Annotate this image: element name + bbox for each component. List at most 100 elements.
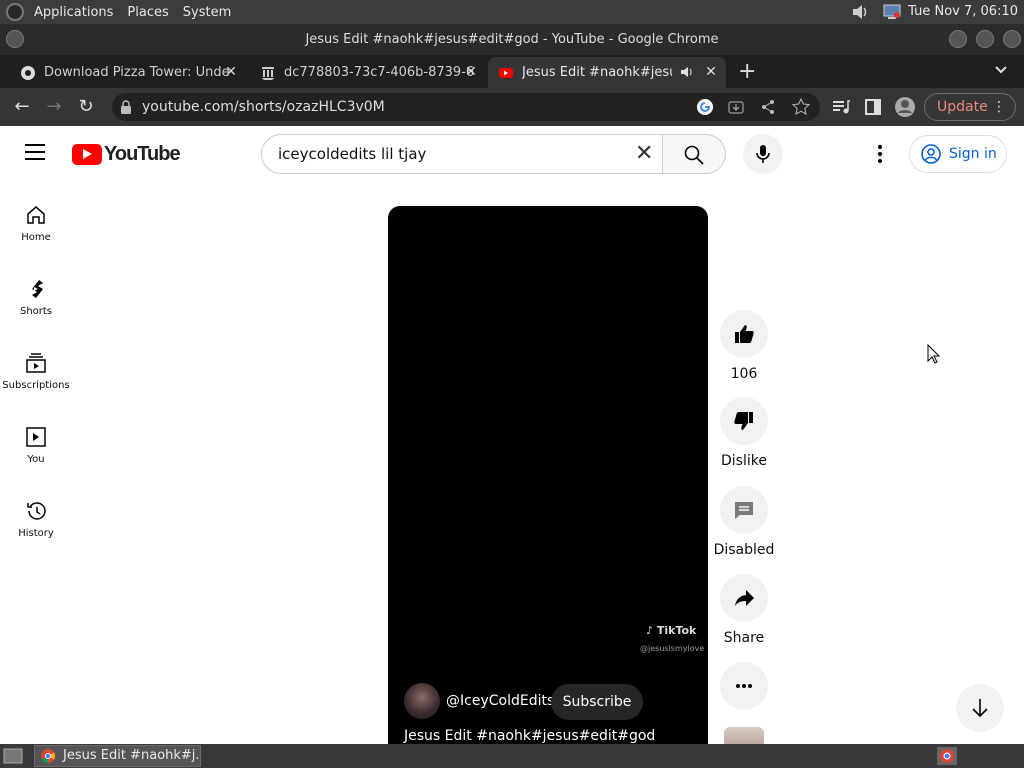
tab-pizza-tower[interactable]: Download Pizza Tower: Unde ✕ xyxy=(10,57,246,88)
network-icon[interactable] xyxy=(882,3,902,21)
youtube-masthead: YouTube iceycoldedits lil tjay ✕ Sign in xyxy=(0,126,1024,182)
subscribe-button[interactable]: Subscribe xyxy=(551,684,643,720)
youtube-play-icon xyxy=(72,144,102,165)
address-bar[interactable]: youtube.com/shorts/ozazHLC3v0M xyxy=(112,93,820,121)
side-panel-icon[interactable] xyxy=(865,99,881,115)
tiktok-handle: @jesusismylove xyxy=(640,644,705,653)
guide-item-subscriptions[interactable]: Subscriptions xyxy=(0,352,72,391)
arrow-down-icon xyxy=(972,699,988,718)
settings-more-icon[interactable] xyxy=(870,142,890,166)
guide-item-home[interactable]: Home xyxy=(0,204,72,243)
lock-icon[interactable] xyxy=(120,100,132,114)
guide-item-shorts[interactable]: Shorts xyxy=(0,278,72,317)
volume-icon[interactable] xyxy=(850,3,870,21)
back-arrow-icon[interactable]: ← xyxy=(11,96,33,118)
taskbar-window-button[interactable]: Jesus Edit #naohk#j... xyxy=(34,745,201,767)
guide-label: Home xyxy=(21,232,51,243)
update-label: Update xyxy=(937,99,988,115)
channel-avatar[interactable] xyxy=(404,683,440,719)
account-circle-icon xyxy=(921,144,941,164)
chrome-icon xyxy=(41,749,56,764)
distro-logo-icon[interactable] xyxy=(6,3,24,21)
chrome-tray-icon[interactable] xyxy=(937,747,957,765)
tab-title: dc778803-73c7-406b-8739-61f xyxy=(284,65,474,80)
forward-arrow-icon[interactable]: → xyxy=(43,96,65,118)
dislike-action[interactable]: Dislike xyxy=(712,397,776,469)
short-title[interactable]: Jesus Edit #naohk#jesus#edit#god xyxy=(404,728,655,744)
voice-search-button[interactable] xyxy=(743,134,783,174)
home-icon xyxy=(27,206,45,224)
tab-strip: Download Pizza Tower: Unde ✕ dc778803-73… xyxy=(0,55,1024,88)
like-button[interactable] xyxy=(720,310,768,358)
comment-icon xyxy=(735,502,753,519)
thumbs-up-icon xyxy=(735,325,754,343)
more-options-button[interactable] xyxy=(720,662,768,710)
reload-icon[interactable]: ↻ xyxy=(75,96,97,118)
dislike-label: Dislike xyxy=(721,453,767,469)
places-menu[interactable]: Places xyxy=(127,5,168,20)
close-tab-icon[interactable]: ✕ xyxy=(462,63,480,81)
applications-menu[interactable]: Applications xyxy=(34,5,113,20)
taskbar-window-label: Jesus Edit #naohk#j... xyxy=(63,748,201,763)
window-title-bar[interactable]: Jesus Edit #naohk#jesus#edit#god - YouTu… xyxy=(0,24,1024,55)
browser-toolbar: ← → ↻ youtube.com/shorts/ozazHLC3v0M Upd… xyxy=(0,88,1024,126)
like-count: 106 xyxy=(730,366,758,382)
share-arrow-icon xyxy=(735,590,754,606)
system-menu[interactable]: System xyxy=(183,5,231,20)
guide-item-you[interactable]: You xyxy=(0,426,72,465)
comments-label: Disabled xyxy=(713,542,775,558)
tab-jesus-edit[interactable]: Jesus Edit #naohk#jesus# ✕ xyxy=(488,57,726,88)
profile-avatar-icon[interactable] xyxy=(894,96,916,118)
google-lens-icon[interactable] xyxy=(696,98,714,116)
guide-label: History xyxy=(18,528,54,539)
media-queue-icon[interactable] xyxy=(832,99,850,115)
show-desktop-icon[interactable] xyxy=(3,748,23,764)
sign-in-button[interactable]: Sign in xyxy=(909,135,1007,173)
tab-audio-icon[interactable] xyxy=(680,66,694,78)
youtube-logo-text: YouTube xyxy=(104,143,181,165)
window-title: Jesus Edit #naohk#jesus#edit#god - YouTu… xyxy=(305,32,719,47)
clear-search-icon[interactable]: ✕ xyxy=(635,143,657,166)
close-tab-icon[interactable]: ✕ xyxy=(702,63,720,81)
hamburger-menu-icon[interactable] xyxy=(25,144,45,160)
dislike-button[interactable] xyxy=(720,397,768,445)
share-icon[interactable] xyxy=(760,99,776,115)
tab-title: Jesus Edit #naohk#jesus# xyxy=(522,65,672,80)
shorts-video-player[interactable]: ♪ TikTok @jesusismylove @IceyColdEdits S… xyxy=(388,206,708,746)
minimize-button[interactable] xyxy=(949,30,967,48)
bookmark-star-icon[interactable] xyxy=(792,98,810,116)
tab-archive[interactable]: dc778803-73c7-406b-8739-61f ✕ xyxy=(250,57,486,88)
comments-action[interactable]: Disabled xyxy=(710,486,778,558)
search-button[interactable] xyxy=(663,134,726,174)
next-short-button[interactable] xyxy=(956,684,1004,732)
tab-title: Download Pizza Tower: Unde xyxy=(44,65,230,80)
search-icon xyxy=(684,145,704,165)
subscriptions-icon xyxy=(26,353,46,373)
share-label: Share xyxy=(723,630,765,646)
url-text: youtube.com/shorts/ozazHLC3v0M xyxy=(142,99,385,115)
guide-label: You xyxy=(27,454,45,465)
like-action[interactable]: 106 xyxy=(716,310,772,382)
system-clock[interactable]: Tue Nov 7, 06:10 xyxy=(908,4,1018,19)
more-action[interactable] xyxy=(716,662,772,718)
sign-in-label: Sign in xyxy=(949,146,997,162)
tiktok-watermark-text: TikTok xyxy=(656,624,697,637)
install-app-icon[interactable] xyxy=(728,99,744,115)
thumbs-down-icon xyxy=(734,412,753,430)
window-menu-button[interactable] xyxy=(6,30,24,48)
chevron-down-icon[interactable] xyxy=(994,65,1008,75)
update-button[interactable]: Update ⋮ xyxy=(924,93,1016,121)
comments-button[interactable] xyxy=(720,486,768,534)
guide-label: Shorts xyxy=(19,306,53,317)
new-tab-icon[interactable]: + xyxy=(738,59,756,84)
share-button[interactable] xyxy=(720,574,768,622)
close-tab-icon[interactable]: ✕ xyxy=(222,63,240,81)
system-top-panel: Applications Places System Tue Nov 7, 06… xyxy=(0,0,1024,24)
channel-name-link[interactable]: @IceyColdEdits xyxy=(446,693,554,709)
share-action[interactable]: Share xyxy=(716,574,772,646)
maximize-button[interactable] xyxy=(976,30,994,48)
search-input[interactable]: iceycoldedits lil tjay xyxy=(261,134,663,174)
guide-item-history[interactable]: History xyxy=(0,500,72,539)
close-window-button[interactable] xyxy=(1003,30,1021,48)
youtube-logo[interactable]: YouTube xyxy=(72,143,181,166)
